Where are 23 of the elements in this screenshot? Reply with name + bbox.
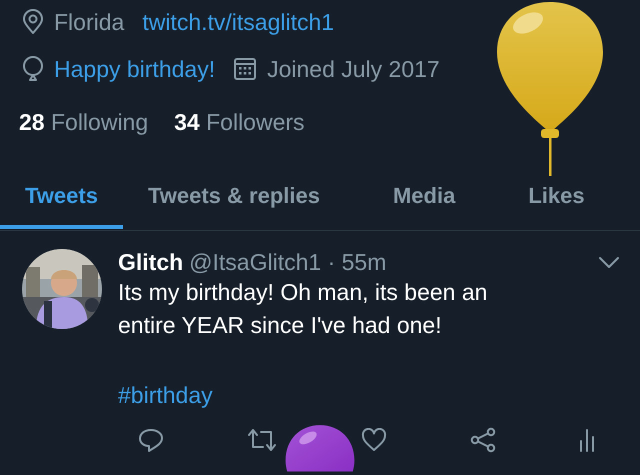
profile-tab[interactable]: Likes [503, 169, 610, 229]
stat-link[interactable]: 34 Followers [174, 108, 305, 136]
profile-tab[interactable]: Media [368, 169, 504, 229]
analytics-icon[interactable] [579, 427, 595, 453]
reply-icon[interactable] [138, 427, 164, 453]
profile-link[interactable]: twitch.tv/itsaglitch1 [142, 8, 334, 36]
tweet-meta: @ItsaGlitch1 · 55m [189, 249, 386, 276]
birthday-text: Happy birthday! [54, 56, 216, 82]
chevron-down-icon [598, 256, 620, 270]
calendar-icon [233, 57, 258, 81]
retweet-icon[interactable] [247, 427, 278, 453]
author-name: Glitch [118, 249, 184, 276]
hashtag-link[interactable]: #birthday [118, 382, 213, 409]
balloon-icon [22, 56, 44, 82]
tweet-text: Its my birthday! Oh man, its been an entire YEAR since I've had one! [118, 278, 488, 340]
location-text: Florida [54, 8, 124, 36]
joined-date: Joined July 2017 [267, 56, 440, 82]
profile-tab[interactable]: Tweets & replies [122, 169, 368, 229]
share-icon[interactable] [470, 427, 496, 453]
location-pin-icon [22, 9, 44, 35]
profile-tab[interactable]: Tweets [0, 169, 123, 229]
heart-icon[interactable] [360, 428, 386, 452]
stat-link[interactable]: 28 Following [19, 108, 148, 136]
